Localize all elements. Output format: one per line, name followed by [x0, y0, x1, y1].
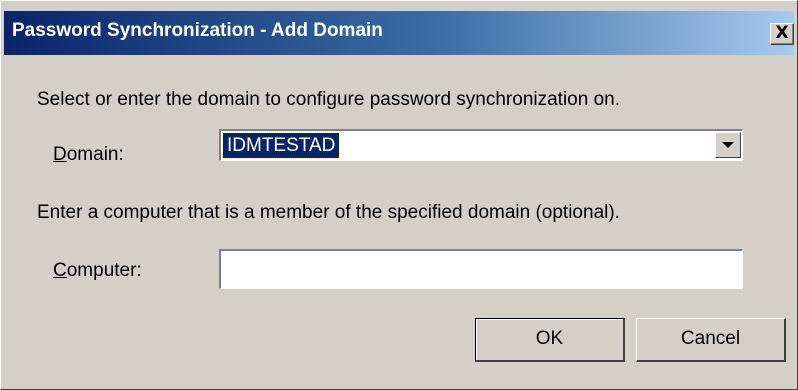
title-bar[interactable]: Password Synchronization - Add Domain X	[4, 11, 794, 55]
computer-label-text: omputer:	[66, 260, 142, 281]
domain-instruction: Select or enter the domain to configure …	[37, 89, 620, 110]
close-button[interactable]: X	[770, 23, 794, 45]
domain-label: Domain:	[53, 144, 124, 166]
computer-label-mnemonic: C	[53, 260, 67, 281]
add-domain-dialog: Password Synchronization - Add Domain X …	[0, 0, 798, 390]
computer-input[interactable]	[219, 249, 743, 289]
domain-label-text: omain:	[66, 144, 124, 165]
dropdown-arrow-icon[interactable]	[715, 132, 741, 158]
ok-button[interactable]: OK	[475, 318, 625, 362]
window-title: Password Synchronization - Add Domain	[12, 20, 383, 41]
domain-selected-value[interactable]: IDMTESTAD	[221, 132, 341, 159]
computer-instruction: Enter a computer that is a member of the…	[37, 202, 620, 223]
cancel-button[interactable]: Cancel	[636, 318, 786, 362]
close-icon: X	[775, 23, 789, 43]
domain-label-mnemonic: D	[53, 144, 67, 165]
computer-label: Computer:	[53, 260, 142, 282]
domain-combobox[interactable]: IDMTESTAD	[219, 129, 743, 161]
